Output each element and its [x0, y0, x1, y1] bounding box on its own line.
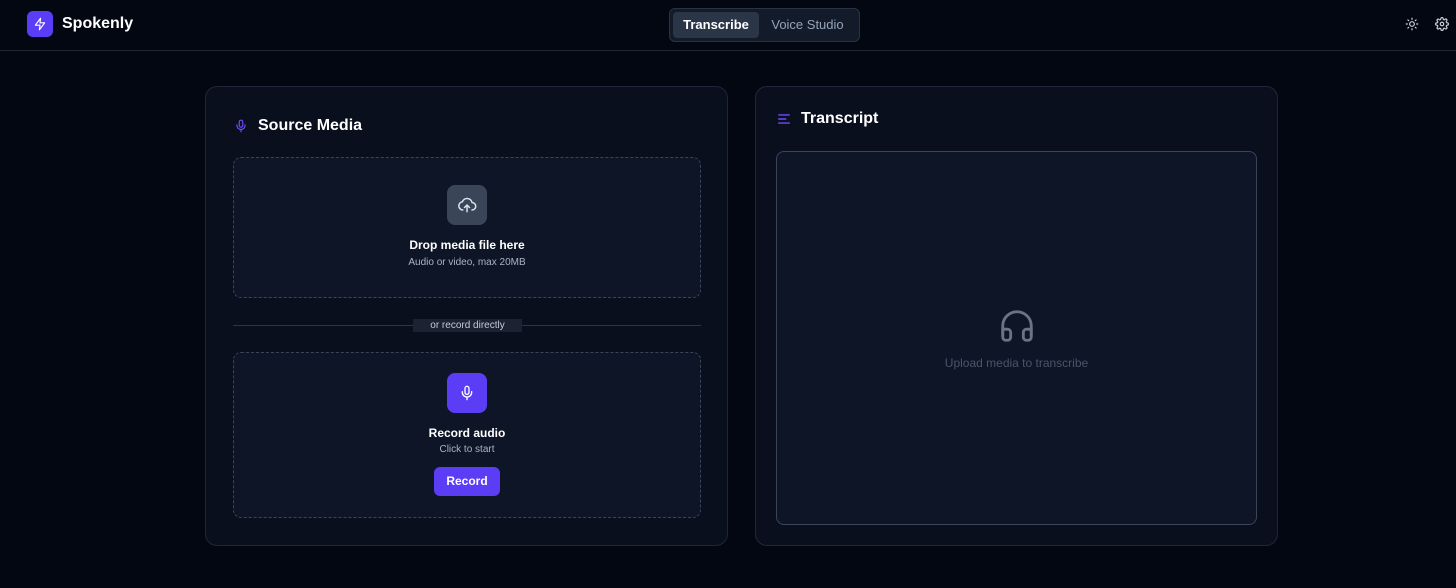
record-subtitle: Click to start	[439, 444, 495, 455]
microphone-icon	[447, 373, 487, 413]
top-bar: Spokenly Transcribe Voice Studio	[0, 0, 1456, 51]
headphones-icon	[998, 307, 1036, 345]
transcript-header: Transcript	[777, 110, 878, 128]
source-media-card: Source Media Drop media file here Audio …	[205, 86, 728, 546]
source-media-header: Source Media	[234, 117, 362, 135]
record-dropzone[interactable]: Record audio Click to start Record	[233, 352, 701, 518]
app-name: Spokenly	[62, 15, 134, 32]
empty-state-text: Upload media to transcribe	[944, 356, 1089, 370]
lightning-bolt-icon	[27, 11, 53, 37]
transcript-area: Upload media to transcribe	[776, 151, 1257, 525]
record-button[interactable]: Record	[434, 467, 500, 496]
brand[interactable]: Spokenly	[27, 11, 133, 37]
sun-icon[interactable]	[1404, 16, 1420, 32]
mode-tabs: Transcribe Voice Studio	[669, 8, 860, 42]
cloud-upload-icon	[447, 185, 487, 225]
divider-label: or record directly	[413, 319, 522, 332]
lines-icon	[777, 112, 791, 126]
upload-subtitle: Audio or video, max 20MB	[408, 257, 526, 268]
tab-voice-studio[interactable]: Voice Studio	[759, 12, 856, 38]
transcript-card: Transcript Upload media to transcribe	[755, 86, 1278, 546]
microphone-icon	[234, 118, 248, 134]
transcript-title: Transcript	[801, 110, 879, 127]
record-title: Record audio	[428, 426, 506, 440]
tab-transcribe[interactable]: Transcribe	[673, 12, 759, 38]
source-media-title: Source Media	[258, 117, 363, 134]
upload-dropzone[interactable]: Drop media file here Audio or video, max…	[233, 157, 701, 298]
upload-title: Drop media file here	[409, 238, 525, 252]
gear-icon[interactable]	[1434, 16, 1450, 32]
